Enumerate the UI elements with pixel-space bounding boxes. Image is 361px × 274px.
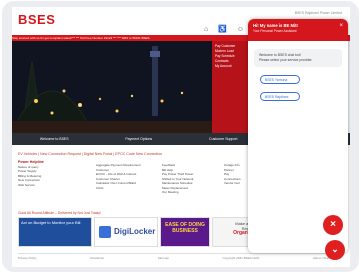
- nav-item-welcome[interactable]: Welcome to BSES: [12, 133, 97, 145]
- ease-of-business-banner[interactable]: EASE OF DOING BUSINESS: [160, 217, 210, 247]
- chat-close-button[interactable]: ×: [323, 215, 343, 235]
- digilocker-banner[interactable]: DigiLocker: [94, 217, 158, 247]
- user-icon[interactable]: ☺: [237, 26, 244, 33]
- list-item[interactable]: Vendor Cell: [224, 181, 246, 186]
- option-bses-rajdhani[interactable]: BSES Rajdhani: [260, 92, 300, 101]
- chat-message: Welcome to BSES chat bot! Please select …: [254, 49, 342, 67]
- browser-screen: BSES BSES Rajdhani Power Limited ⌂ ♿ ☺ S…: [12, 7, 350, 267]
- budget-banner[interactable]: Act on Budget to Monitor your Bill: [18, 217, 92, 247]
- center-links: Aggregate Payment Requirement Customer E…: [96, 163, 154, 190]
- nav-item-payment[interactable]: Payment Options: [97, 133, 182, 145]
- page-footer: Privacy Policy Disclaimer Sitemap Copyri…: [18, 253, 338, 260]
- chat-minimize-button[interactable]: ⌄: [325, 240, 345, 260]
- top-right-link[interactable]: BSES Rajdhani Power Limited: [295, 11, 342, 15]
- helpline-row: Web Service: [18, 182, 35, 187]
- list-item[interactable]: Our Meeting: [162, 190, 220, 195]
- home-icon[interactable]: ⌂: [204, 26, 208, 33]
- accessibility-icon[interactable]: ♿: [218, 26, 227, 33]
- header-icons: ⌂ ♿ ☺: [204, 25, 252, 33]
- chat-title: Hi! My name is BE Mitr: [253, 23, 299, 28]
- digilocker-label: DigiLocker: [114, 227, 156, 236]
- bses-logo[interactable]: BSES: [18, 12, 55, 27]
- chat-header: Hi! My name is BE Mitr Your Personal Pow…: [248, 19, 348, 41]
- chat-prompt-line: Please select your service provider.: [259, 58, 313, 62]
- right-links: Feedback Bill Help Pay Power Theft Power…: [162, 163, 220, 195]
- list-item[interactable]: CCIG: [96, 186, 154, 191]
- option-bses-yamuna[interactable]: BSES Yamuna: [260, 75, 300, 84]
- quick-link-line[interactable]: EV Vehicles | New Connection Request | D…: [18, 152, 162, 156]
- close-icon[interactable]: ×: [339, 23, 343, 29]
- digilocker-icon: [99, 226, 111, 238]
- far-links: Outage Info Partner Pay Connections Vend…: [224, 163, 246, 186]
- footer-link[interactable]: Disclaimer: [90, 256, 104, 260]
- device-frame: BSES BSES Rajdhani Power Limited ⌂ ♿ ☺ S…: [2, 1, 359, 272]
- chat-subtitle: Your Personal Power Assistant: [253, 29, 297, 33]
- power-helpline-title: Power Helpline: [18, 160, 44, 164]
- footer-text: Copyright 2021 BSES Delhi: [222, 256, 260, 260]
- power-helpline: Power Helpline Nature of query Power Sup…: [18, 160, 78, 187]
- tagline: Good All Round Attitude – Delivered by N…: [18, 211, 101, 215]
- footer-link[interactable]: Privacy Policy: [18, 256, 37, 260]
- footer-link[interactable]: Sitemap: [158, 256, 169, 260]
